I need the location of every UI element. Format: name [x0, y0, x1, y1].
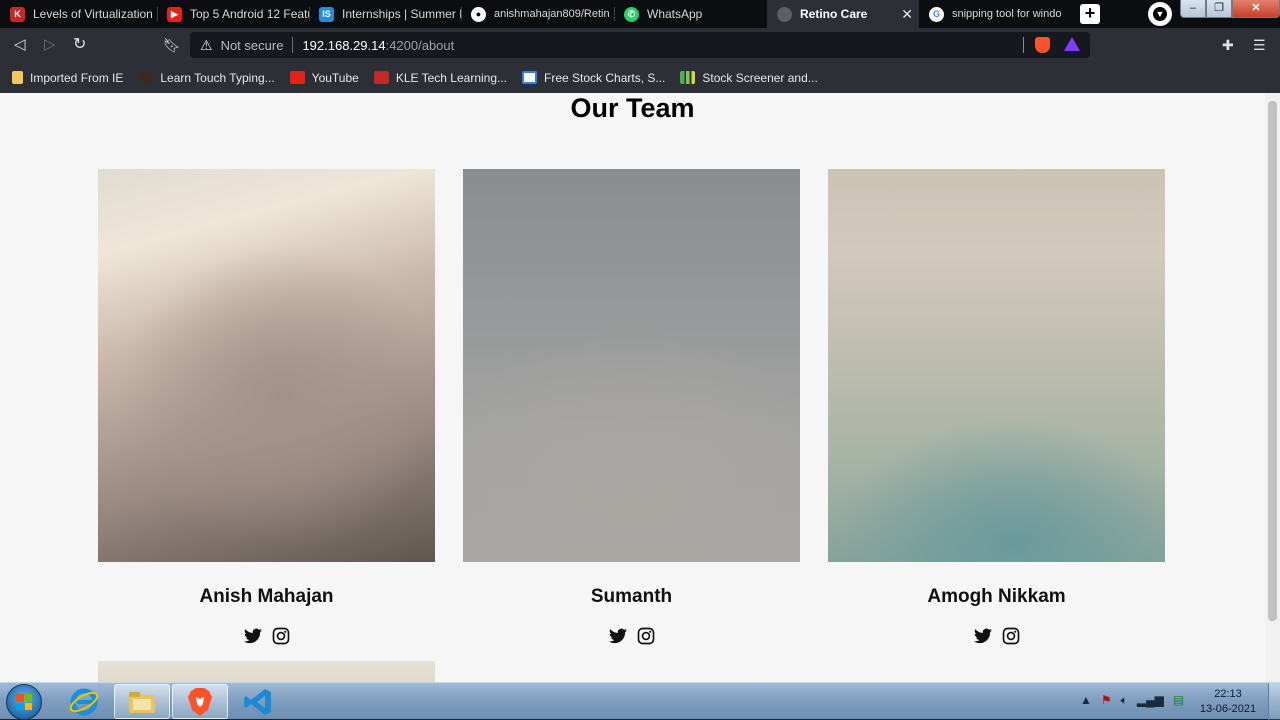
twitter-icon[interactable]: [243, 626, 263, 646]
brave-shields-icon[interactable]: [1035, 37, 1050, 53]
bookmark-stock-screener[interactable]: Stock Screener and...: [680, 71, 818, 85]
kle-tech-icon: [373, 71, 389, 84]
internet-explorer-icon[interactable]: [56, 684, 112, 719]
member-photo: [828, 169, 1165, 562]
social-links: [463, 626, 800, 646]
social-links: [828, 626, 1165, 646]
taskbar-clock[interactable]: 22:13 13-06-2021: [1196, 687, 1260, 717]
youtube-favicon-icon: ▶: [167, 6, 182, 22]
tab-levels-of-virtualization[interactable]: K Levels of Virtualization: [0, 0, 157, 28]
back-icon[interactable]: ◁: [14, 36, 26, 54]
tab-strip: K Levels of Virtualization ▶ Top 5 Andro…: [0, 0, 1280, 28]
file-explorer-icon[interactable]: [114, 684, 170, 719]
team-card-sumanth: Sumanth: [463, 169, 800, 646]
team-card-amogh-nikkam: Amogh Nikkam: [828, 169, 1165, 646]
window-controls: – ❐ ✕: [1180, 0, 1280, 18]
instagram-icon[interactable]: [636, 626, 656, 646]
member-photo: [98, 169, 435, 562]
member-name: Anish Mahajan: [199, 586, 334, 607]
youtube-icon: [289, 71, 305, 84]
chart-bars-icon: [680, 71, 696, 84]
minimize-button[interactable]: –: [1180, 0, 1206, 18]
page-title: Our Team: [570, 93, 695, 123]
bookmark-icon[interactable]: 🔖︎: [163, 36, 181, 54]
member-photo: [463, 169, 800, 562]
address-divider: [292, 37, 294, 53]
reload-icon[interactable]: ↻: [73, 36, 86, 54]
close-tab-icon[interactable]: ✕: [901, 6, 913, 23]
address-bar[interactable]: ⚠ Not secure 192.168.29.14 :4200/about: [190, 32, 1090, 58]
twitter-icon[interactable]: [973, 626, 993, 646]
menu-icon[interactable]: ☰: [1253, 36, 1266, 54]
instagram-icon[interactable]: [1001, 626, 1021, 646]
battery-icon[interactable]: ▤: [1173, 693, 1184, 708]
member-photo-partial: [98, 661, 435, 682]
extensions-icon[interactable]: ✚: [1222, 36, 1234, 54]
member-name: Amogh Nikkam: [927, 586, 1066, 607]
stockcharts-icon: [522, 71, 538, 84]
tab-internships[interactable]: IS Internships | Summer In: [309, 0, 461, 28]
page-viewport: Our Team Anish Mahajan Sumanth Amogh Nik…: [0, 93, 1265, 682]
brave-icon[interactable]: [172, 684, 228, 719]
start-button[interactable]: [6, 684, 42, 720]
google-favicon-icon: G: [929, 6, 944, 22]
tab-android-12[interactable]: ▶ Top 5 Android 12 Featu: [157, 0, 309, 28]
warning-icon[interactable]: ⚠: [200, 37, 213, 54]
close-window-button[interactable]: ✕: [1232, 0, 1280, 18]
volume-icon[interactable]: 🔈︎: [1121, 693, 1128, 708]
maximize-button[interactable]: ❐: [1206, 0, 1232, 18]
tab-snipping-tool[interactable]: G snipping tool for windo: [919, 0, 1071, 28]
page-scrollbar[interactable]: [1265, 93, 1280, 682]
folder-icon: [12, 71, 23, 84]
chevron-down-icon: ▼: [1153, 7, 1167, 21]
scrollbar-thumb[interactable]: [1268, 101, 1277, 621]
bookmark-free-stock-charts[interactable]: Free Stock Charts, S...: [522, 71, 665, 85]
windows-logo-icon: [16, 694, 32, 710]
new-tab-button[interactable]: +: [1080, 4, 1100, 24]
kle-tech-favicon-icon: K: [10, 6, 25, 22]
typing-icon: [138, 71, 154, 84]
omnibox-divider: [1023, 37, 1024, 53]
forward-icon[interactable]: ▷: [44, 36, 56, 54]
show-desktop-button[interactable]: [1268, 683, 1280, 720]
twitter-icon[interactable]: [608, 626, 628, 646]
bookmark-youtube[interactable]: YouTube: [289, 71, 359, 85]
browser-toolbar: ◁ ▷ ↻ 🔖︎ ⚠ Not secure 192.168.29.14 :420…: [0, 28, 1280, 62]
network-signal-icon[interactable]: ▂▄▆: [1137, 693, 1164, 708]
system-tray: ▲ ⚑ 🔈︎ ▂▄▆ ▤: [1080, 693, 1184, 708]
show-hidden-icons-icon[interactable]: ▲: [1080, 693, 1092, 708]
clock-time: 22:13: [1214, 688, 1242, 700]
tab-retino-care[interactable]: Retino Care ✕: [767, 0, 919, 28]
windows-taskbar: ▲ ⚑ 🔈︎ ▂▄▆ ▤ 22:13 13-06-2021: [0, 682, 1280, 720]
bookmarks-bar: Imported From IE Learn Touch Typing... Y…: [0, 62, 1280, 93]
team-card-anish-mahajan: Anish Mahajan: [98, 169, 435, 646]
internshala-favicon-icon: IS: [319, 6, 334, 22]
clock-date: 13-06-2021: [1199, 703, 1257, 715]
github-favicon-icon: ●: [471, 6, 486, 22]
globe-favicon-icon: [777, 6, 792, 22]
bookmark-kle-tech-learning[interactable]: KLE Tech Learning...: [373, 71, 507, 85]
bookmark-imported-from-ie[interactable]: Imported From IE: [12, 71, 123, 85]
vscode-icon[interactable]: [230, 684, 286, 719]
member-name: Sumanth: [590, 586, 673, 607]
whatsapp-favicon-icon: ✆: [624, 6, 639, 22]
instagram-icon[interactable]: [271, 626, 291, 646]
social-links: [98, 626, 435, 646]
profile-button[interactable]: ▼: [1148, 2, 1172, 26]
url-host[interactable]: 192.168.29.14: [302, 38, 385, 53]
security-label[interactable]: Not secure: [221, 38, 284, 53]
tab-github-retino[interactable]: ● anishmahajan809/Retin: [461, 0, 614, 28]
tab-whatsapp[interactable]: ✆ WhatsApp: [614, 0, 766, 28]
brave-rewards-icon[interactable]: [1064, 37, 1080, 51]
bookmark-learn-touch-typing[interactable]: Learn Touch Typing...: [138, 71, 275, 85]
action-center-icon[interactable]: ⚑: [1101, 693, 1112, 708]
url-path[interactable]: :4200/about: [386, 38, 455, 53]
